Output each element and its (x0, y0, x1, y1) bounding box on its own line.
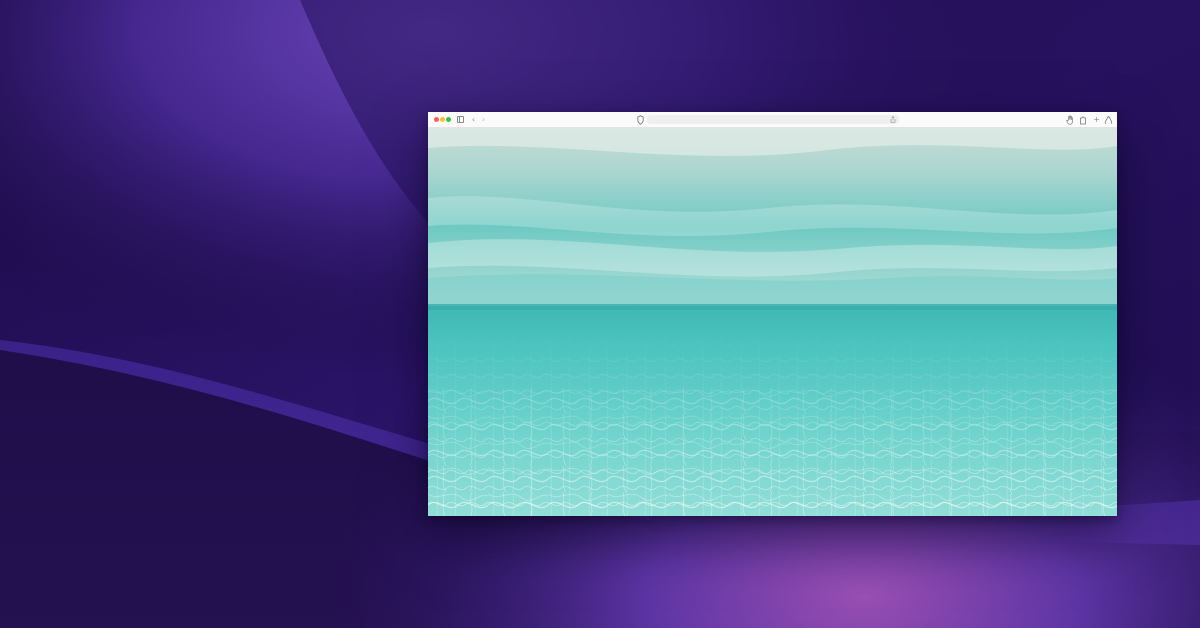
close-dot[interactable] (434, 117, 439, 122)
desktop: ‹ › + (0, 0, 1200, 628)
maximize-dot[interactable] (446, 117, 451, 122)
page-content (428, 128, 1117, 516)
puzzle-icon[interactable] (1079, 115, 1088, 125)
sidebar-icon[interactable] (457, 116, 464, 123)
share-icon[interactable] (890, 116, 896, 123)
more-icon[interactable]: + (1092, 114, 1101, 125)
download-icon[interactable] (1104, 115, 1113, 125)
address-bar[interactable] (647, 115, 899, 124)
shield-icon[interactable] (637, 115, 644, 125)
hand-icon[interactable] (1066, 115, 1075, 125)
minimize-dot[interactable] (440, 117, 445, 122)
browser-toolbar: ‹ › + (428, 112, 1117, 128)
underwater-photo (428, 128, 1117, 516)
chevron-right-icon[interactable]: › (479, 114, 488, 125)
browser-window: ‹ › + (428, 112, 1117, 516)
chevron-left-icon[interactable]: ‹ (469, 114, 478, 125)
